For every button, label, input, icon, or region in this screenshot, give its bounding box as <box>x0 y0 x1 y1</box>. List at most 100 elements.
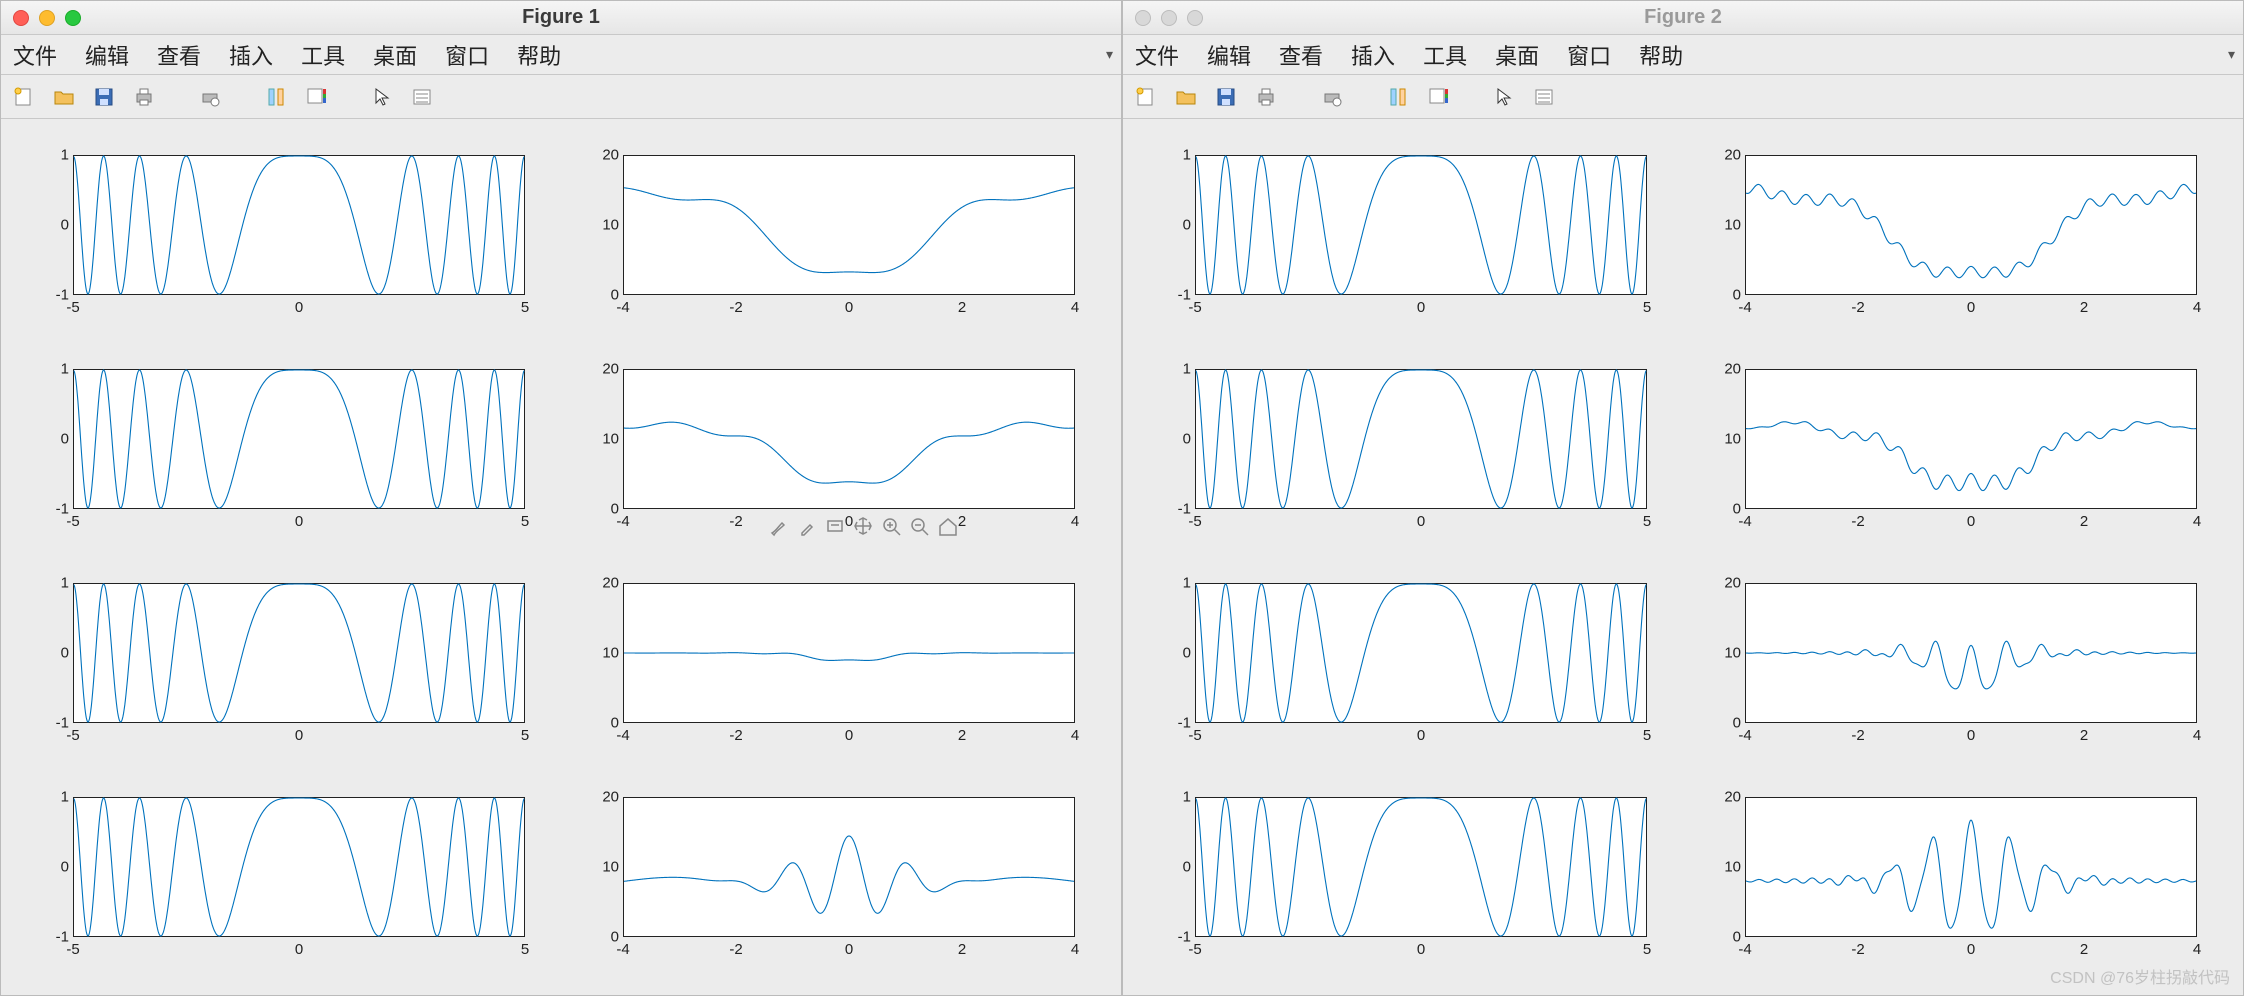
subplot-3-2[interactable]: 01020-4-2024 <box>581 577 1081 751</box>
ytick: 10 <box>585 645 619 662</box>
xtick: 4 <box>1071 299 1079 316</box>
subplot-3-2[interactable]: 01020-4-2024 <box>1703 577 2203 751</box>
zoom-icon[interactable] <box>1187 10 1203 26</box>
xtick: 5 <box>1643 941 1651 958</box>
xtick: -4 <box>1738 941 1751 958</box>
colorbar-icon[interactable] <box>303 84 329 110</box>
xtick: -4 <box>616 941 629 958</box>
save-icon[interactable] <box>1213 84 1239 110</box>
menu-window[interactable]: 窗口 <box>445 39 489 71</box>
xtick: 5 <box>1643 727 1651 744</box>
subplot-2-1[interactable]: -101-505 <box>1153 363 1653 537</box>
menu-expander-icon[interactable]: ▾ <box>2228 46 2235 63</box>
subplot-4-1[interactable]: -101-505 <box>1153 791 1653 965</box>
subplot-4-2[interactable]: 01020-4-2024 <box>581 791 1081 965</box>
close-icon[interactable] <box>13 10 29 26</box>
new-figure-icon[interactable] <box>11 84 37 110</box>
link-axes-icon[interactable] <box>263 84 289 110</box>
subplot-2-1[interactable]: -101-505 <box>31 363 531 537</box>
print-preview-icon[interactable] <box>197 84 223 110</box>
open-icon[interactable] <box>1173 84 1199 110</box>
xtick: 2 <box>2080 941 2088 958</box>
new-figure-icon[interactable] <box>1133 84 1159 110</box>
cursor-icon[interactable] <box>369 84 395 110</box>
xtick: 2 <box>2080 513 2088 530</box>
menu-view[interactable]: 查看 <box>157 39 201 71</box>
subplot-3-1[interactable]: -101-505 <box>1153 577 1653 751</box>
colorbar-icon[interactable] <box>1425 84 1451 110</box>
ytick: -1 <box>35 715 69 732</box>
xtick: -4 <box>616 299 629 316</box>
ytick: 10 <box>585 859 619 876</box>
cursor-icon[interactable] <box>1491 84 1517 110</box>
xtick: -4 <box>1738 727 1751 744</box>
ytick: 1 <box>35 789 69 806</box>
menu-edit[interactable]: 编辑 <box>85 39 129 71</box>
menu-view[interactable]: 查看 <box>1279 39 1323 71</box>
menu-help[interactable]: 帮助 <box>517 39 561 71</box>
menu-help[interactable]: 帮助 <box>1639 39 1683 71</box>
subplot-1-1[interactable]: -101-505 <box>31 149 531 323</box>
legend-icon[interactable] <box>1531 84 1557 110</box>
menu-file[interactable]: 文件 <box>13 39 57 71</box>
xtick: -2 <box>1851 727 1864 744</box>
minimize-icon[interactable] <box>1161 10 1177 26</box>
titlebar[interactable]: Figure 1 <box>1 1 1121 35</box>
subplot-4-1[interactable]: -101-505 <box>31 791 531 965</box>
xtick: -2 <box>729 513 742 530</box>
axes-hover-toolbar[interactable] <box>768 515 958 537</box>
marker-icon[interactable] <box>796 515 818 537</box>
menu-desktop[interactable]: 桌面 <box>373 39 417 71</box>
pan-icon[interactable] <box>852 515 874 537</box>
subplot-1-2[interactable]: 01020-4-2024 <box>1703 149 2203 323</box>
ytick: 0 <box>1157 859 1191 876</box>
menu-insert[interactable]: 插入 <box>229 39 273 71</box>
print-preview-icon[interactable] <box>1319 84 1345 110</box>
xtick: -5 <box>1188 513 1201 530</box>
xtick: 2 <box>958 513 966 530</box>
subplot-2-2[interactable]: 01020-4-2024 <box>1703 363 2203 537</box>
ytick: 20 <box>585 789 619 806</box>
xtick: -5 <box>1188 941 1201 958</box>
ytick: 10 <box>585 431 619 448</box>
menu-desktop[interactable]: 桌面 <box>1495 39 1539 71</box>
window-controls[interactable] <box>13 10 81 26</box>
legend-icon[interactable] <box>409 84 435 110</box>
minimize-icon[interactable] <box>39 10 55 26</box>
xtick: 2 <box>2080 727 2088 744</box>
link-axes-icon[interactable] <box>1385 84 1411 110</box>
ytick: 20 <box>585 361 619 378</box>
menu-edit[interactable]: 编辑 <box>1207 39 1251 71</box>
open-icon[interactable] <box>51 84 77 110</box>
ytick: 10 <box>1707 217 1741 234</box>
menu-file[interactable]: 文件 <box>1135 39 1179 71</box>
subplot-3-1[interactable]: -101-505 <box>31 577 531 751</box>
print-icon[interactable] <box>1253 84 1279 110</box>
menu-tools[interactable]: 工具 <box>301 39 345 71</box>
xtick: 4 <box>2193 513 2201 530</box>
subplot-2-2[interactable]: 01020-4-2024 <box>581 363 1081 537</box>
subplot-1-2[interactable]: 01020-4-2024 <box>581 149 1081 323</box>
ytick: 0 <box>1157 431 1191 448</box>
ytick: 0 <box>1157 645 1191 662</box>
subplot-1-1[interactable]: -101-505 <box>1153 149 1653 323</box>
menu-expander-icon[interactable]: ▾ <box>1106 46 1113 63</box>
annotate-icon[interactable] <box>824 515 846 537</box>
save-icon[interactable] <box>91 84 117 110</box>
close-icon[interactable] <box>1135 10 1151 26</box>
xtick: -4 <box>616 513 629 530</box>
zoom-out-icon[interactable] <box>908 515 930 537</box>
titlebar[interactable]: Figure 2 <box>1123 1 2243 35</box>
home-icon[interactable] <box>936 515 958 537</box>
menu-window[interactable]: 窗口 <box>1567 39 1611 71</box>
xtick: 0 <box>845 299 853 316</box>
menu-tools[interactable]: 工具 <box>1423 39 1467 71</box>
window-controls[interactable] <box>1135 10 1203 26</box>
subplot-4-2[interactable]: 01020-4-2024 <box>1703 791 2203 965</box>
zoom-icon[interactable] <box>65 10 81 26</box>
zoom-in-icon[interactable] <box>880 515 902 537</box>
xtick: 0 <box>295 299 303 316</box>
brush-icon[interactable] <box>768 515 790 537</box>
menu-insert[interactable]: 插入 <box>1351 39 1395 71</box>
print-icon[interactable] <box>131 84 157 110</box>
